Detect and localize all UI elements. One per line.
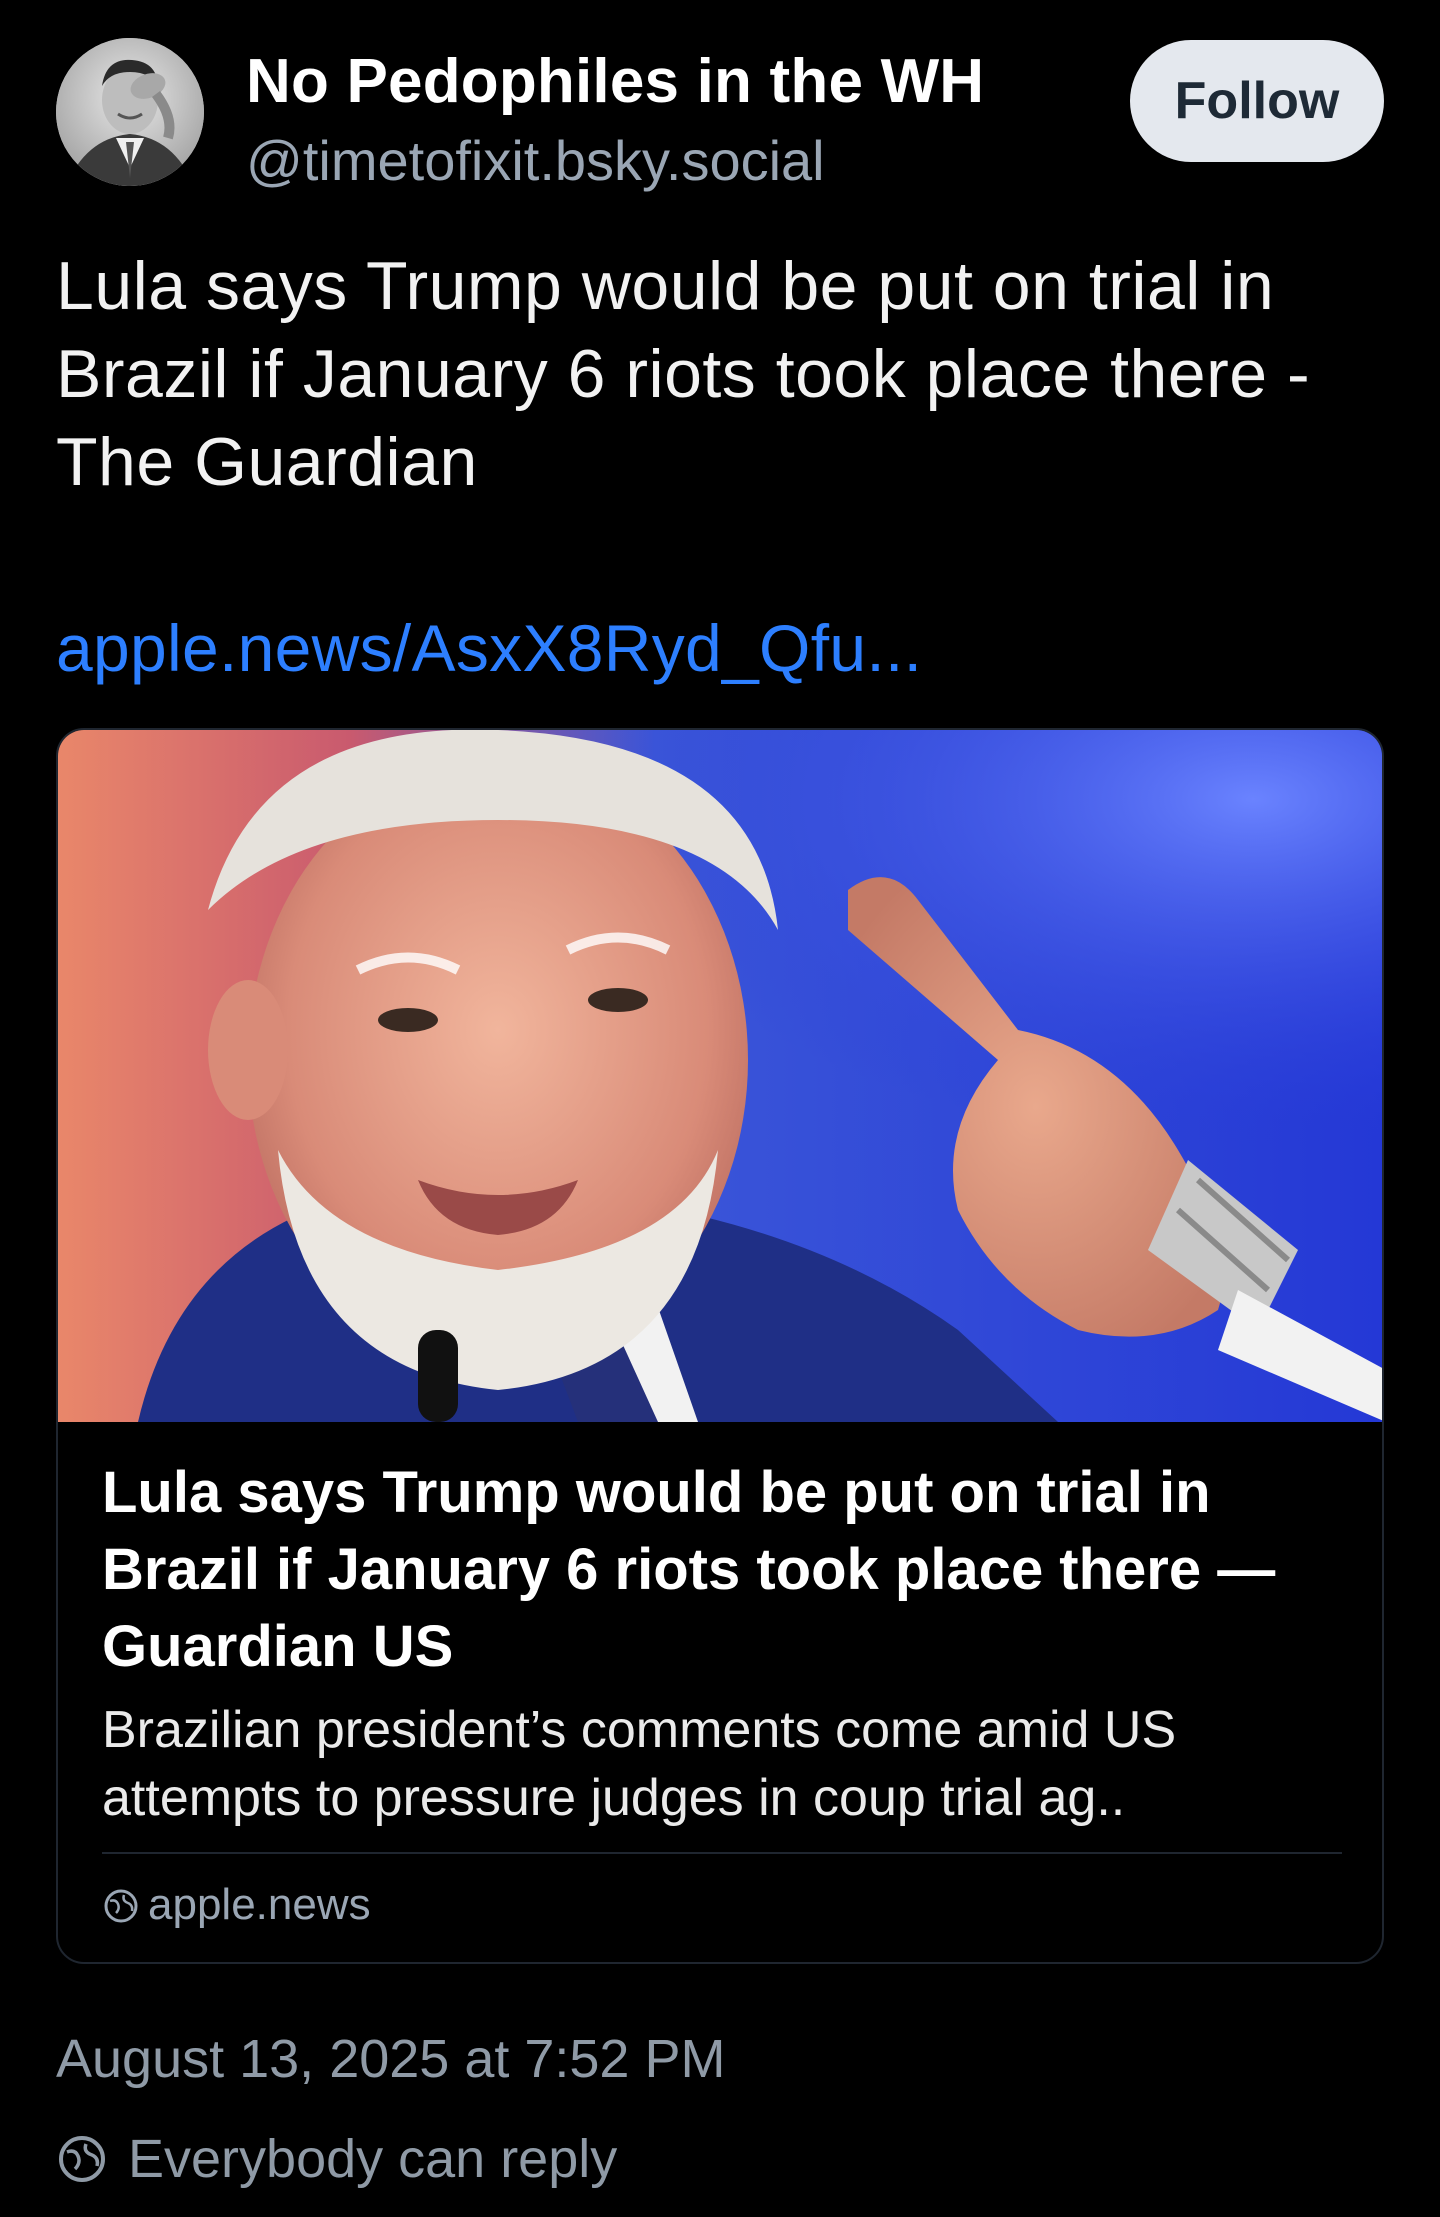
globe-icon [102, 1886, 140, 1924]
news-photo [58, 730, 1382, 1422]
post-header: No Pedophiles in the WH @timetofixit.bsk… [56, 38, 1384, 192]
author-avatar[interactable] [56, 38, 204, 186]
author-display-name[interactable]: No Pedophiles in the WH [246, 46, 984, 117]
post-timestamp[interactable]: August 13, 2025 at 7:52 PM [56, 2028, 725, 2090]
card-domain: apple.news [148, 1880, 371, 1929]
card-thumbnail [58, 730, 1382, 1422]
follow-button[interactable]: Follow [1130, 40, 1384, 162]
post-text: Lula says Trump would be put on trial in… [56, 248, 1311, 500]
reply-setting: Everybody can reply [56, 2128, 617, 2190]
globe-icon [56, 2133, 108, 2185]
card-title[interactable]: Lula says Trump would be put on trial in… [102, 1454, 1352, 1685]
card-divider [102, 1852, 1342, 1854]
card-description: Brazilian president’s comments come amid… [102, 1701, 1177, 1827]
card-domain-row: apple.news [102, 1880, 371, 1930]
avatar-photo [56, 38, 204, 186]
author-handle[interactable]: @timetofixit.bsky.social [246, 128, 825, 193]
reply-setting-label: Everybody can reply [128, 2129, 618, 2189]
link-preview-card[interactable]: Lula says Trump would be put on trial in… [56, 728, 1384, 1964]
post-link[interactable]: apple.news/AsxX8Ryd_Qfu... [56, 610, 922, 686]
